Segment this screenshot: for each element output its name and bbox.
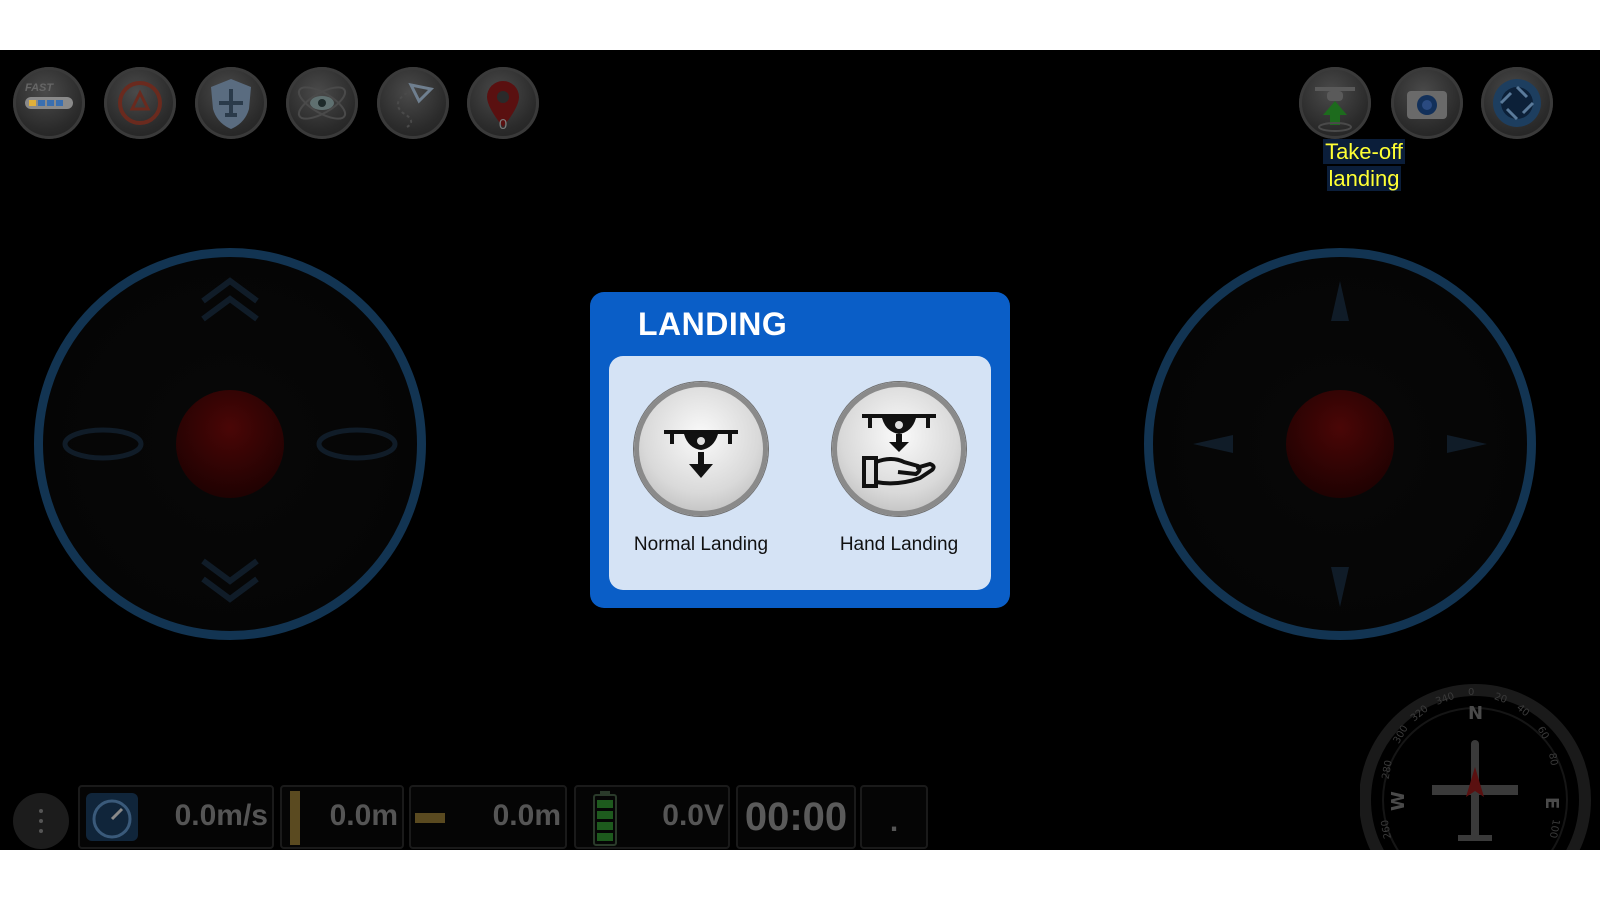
left-joystick-knob[interactable] bbox=[176, 390, 284, 498]
landing-dialog: LANDING Normal Landing Hand Landing bbox=[590, 292, 1010, 608]
right-joystick-knob[interactable] bbox=[1286, 390, 1394, 498]
dialog-options-panel: Normal Landing Hand Landing bbox=[609, 356, 991, 590]
speed-mode-label: FAST bbox=[25, 82, 54, 94]
voltage-readout: 0.0V bbox=[574, 785, 730, 849]
tooltip-line-1: Take-off bbox=[1323, 139, 1405, 164]
altitude-readout: 0.0m bbox=[280, 785, 404, 849]
hand-landing-option[interactable]: Hand Landing bbox=[814, 382, 984, 556]
drone-control-screen: FAST 0 Take-off landing LANDING Normal L… bbox=[0, 50, 1600, 850]
compass-tick-100: 100 bbox=[1547, 818, 1561, 839]
speed-value: 0.0m/s bbox=[174, 799, 268, 832]
speed-readout: 0.0m/s bbox=[78, 785, 274, 849]
drone-hand-icon bbox=[862, 414, 936, 488]
compass-tick-260: 260 bbox=[1380, 819, 1394, 840]
pin-count: 0 bbox=[498, 116, 508, 133]
speed-mode-button[interactable]: FAST bbox=[13, 67, 85, 139]
compass-east: E bbox=[1541, 797, 1562, 809]
flight-timer: 00:00 bbox=[736, 785, 856, 849]
waypoint-button[interactable] bbox=[377, 67, 449, 139]
distance-ruler-icon bbox=[415, 813, 445, 823]
drone-down-arrow-icon bbox=[664, 430, 738, 478]
speedometer-icon bbox=[86, 793, 138, 841]
normal-landing-button[interactable] bbox=[634, 382, 768, 516]
battery-icon bbox=[593, 791, 617, 846]
normal-landing-label: Normal Landing bbox=[633, 534, 769, 555]
menu-dots-button[interactable] bbox=[13, 793, 69, 849]
tooltip-line-2: landing bbox=[1326, 166, 1402, 191]
altitude-value: 0.0m bbox=[329, 799, 398, 832]
distance-readout: 0.0m bbox=[409, 785, 567, 849]
takeoff-landing-icon bbox=[1315, 87, 1355, 132]
compass-tick-80: 80 bbox=[1546, 752, 1559, 766]
vision-mode-button[interactable] bbox=[286, 67, 358, 139]
takeoff-landing-button[interactable] bbox=[1299, 67, 1371, 139]
timer-value: 00:00 bbox=[744, 795, 848, 839]
waypoint-path-icon bbox=[396, 82, 435, 128]
camera-button[interactable] bbox=[1391, 67, 1463, 139]
compass-tick-0: 0 bbox=[1468, 687, 1474, 698]
atom-eye-icon bbox=[297, 86, 347, 120]
left-joystick[interactable] bbox=[34, 248, 426, 640]
takeoff-landing-tooltip: Take-off landing bbox=[1322, 138, 1406, 192]
right-joystick[interactable] bbox=[1144, 248, 1536, 640]
headless-mode-button[interactable] bbox=[195, 67, 267, 139]
shutter-icon bbox=[1493, 79, 1541, 127]
shield-plane-icon bbox=[211, 79, 251, 129]
flip-icon bbox=[118, 81, 162, 125]
hand-landing-label: Hand Landing bbox=[839, 534, 959, 555]
compass-north: N bbox=[1468, 703, 1483, 724]
compass-tick-60: 60 bbox=[1535, 725, 1551, 742]
normal-landing-option[interactable]: Normal Landing bbox=[616, 382, 786, 556]
flip-button[interactable] bbox=[104, 67, 176, 139]
speed-mode-icon bbox=[25, 97, 73, 109]
more-dots-icon bbox=[39, 809, 43, 833]
map-pin-button[interactable]: 0 bbox=[467, 67, 539, 139]
status-indicator: . bbox=[860, 785, 928, 849]
compass-tick-280: 280 bbox=[1381, 759, 1395, 780]
compass-widget: N W E 0 20 40 60 80 100 260 280 300 320 … bbox=[1360, 684, 1591, 850]
record-button[interactable] bbox=[1481, 67, 1553, 139]
altitude-ruler-icon bbox=[290, 791, 300, 845]
distance-value: 0.0m bbox=[492, 799, 561, 832]
camera-icon bbox=[1407, 91, 1447, 119]
hand-landing-button[interactable] bbox=[832, 382, 966, 516]
compass-west: W bbox=[1388, 791, 1409, 811]
voltage-value: 0.0V bbox=[662, 799, 724, 832]
dialog-title: LANDING bbox=[638, 306, 788, 342]
status-value: . bbox=[889, 805, 899, 838]
aircraft-heading-icon bbox=[1432, 740, 1518, 841]
